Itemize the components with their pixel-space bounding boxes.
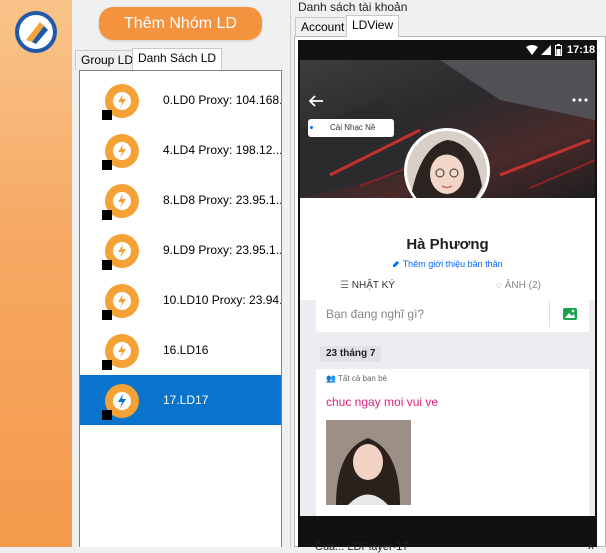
list-item[interactable]: 10.LD10 Proxy: 23.94.... <box>80 275 281 325</box>
photo-upload-icon[interactable] <box>562 306 578 322</box>
ld-player-icon <box>102 84 139 120</box>
music-chip-label: Cài Nhạc Nề <box>330 123 376 132</box>
ld-label: 17.LD17 <box>163 393 209 407</box>
list-item[interactable]: 9.LD9 Proxy: 23.95.1... <box>80 225 281 275</box>
post-photo[interactable] <box>326 420 411 505</box>
phone-screen: Cài Nhạc Nề Hà Phương Thêm giới thiệu bả… <box>300 60 595 516</box>
ld-label: 9.LD9 Proxy: 23.95.1... <box>163 243 281 257</box>
ld-label: 10.LD10 Proxy: 23.94.... <box>163 293 281 307</box>
ld-player-icon <box>102 284 139 320</box>
profile-card: Hà Phương Thêm giới thiệu bản thân ☰ NHẬ… <box>300 198 595 300</box>
battery-icon <box>555 44 562 56</box>
add-group-button[interactable]: Thêm Nhóm LD <box>99 7 262 40</box>
profile-name: Hà Phương <box>406 236 489 253</box>
ld-label: 4.LD4 Proxy: 198.12.... <box>163 143 281 157</box>
ld-label: 0.LD0 Proxy: 104.168... <box>163 93 281 107</box>
add-intro-link[interactable]: Thêm giới thiệu bản thân <box>300 259 595 269</box>
list-item[interactable]: 16.LD16 <box>80 325 281 375</box>
photo-icon: ◌ <box>496 280 505 291</box>
add-intro-label: Thêm giới thiệu bản thân <box>402 259 503 269</box>
ld-player-icon <box>102 334 139 370</box>
tab-diary-label: NHẬT KÝ <box>351 280 395 291</box>
tab-diary[interactable]: ☰ NHẬT KÝ <box>340 280 395 291</box>
ldview-bottom-label: Cua... LDPlayer-17 <box>315 541 409 553</box>
feed-post[interactable]: 👥 Tất cả bạn bè chuc ngay moi vui ve <box>316 369 589 516</box>
list-item[interactable]: 8.LD8 Proxy: 23.95.1... <box>80 175 281 225</box>
more-options-icon[interactable] <box>572 97 588 103</box>
ld-label: 8.LD8 Proxy: 23.95.1... <box>163 193 281 207</box>
post-composer[interactable]: Bạn đang nghĩ gì? <box>316 296 589 332</box>
ld-player-icon <box>102 134 139 170</box>
left-sidebar-strip <box>0 0 72 547</box>
post-privacy: 👥 Tất cả bạn bè <box>326 374 387 383</box>
ldview-close-button[interactable]: x <box>588 538 594 552</box>
ld-player-icon <box>102 384 139 420</box>
signal-icon <box>541 45 551 55</box>
tab-account[interactable]: Account <box>295 17 351 37</box>
wifi-icon <box>526 45 538 55</box>
music-chip[interactable]: Cài Nhạc Nề <box>308 119 394 137</box>
date-label: 23 tháng 7 <box>320 346 382 362</box>
ldview-phone[interactable]: 17:18 Cài Nhạc Nề Hà Phương Thêm giới th… <box>298 40 597 547</box>
app-logo-icon <box>15 11 57 53</box>
account-group-title: Danh sách tài khoản <box>298 0 408 14</box>
ld-label: 16.LD16 <box>163 343 209 357</box>
ld-list[interactable]: 0.LD0 Proxy: 104.168... 4.LD4 Proxy: 198… <box>79 70 282 547</box>
composer-placeholder: Bạn đang nghĩ gì? <box>326 307 425 321</box>
list-item[interactable]: 4.LD4 Proxy: 198.12.... <box>80 125 281 175</box>
list-item[interactable]: 0.LD0 Proxy: 104.168... <box>80 75 281 125</box>
ld-player-icon <box>102 184 139 220</box>
music-icon <box>310 126 313 129</box>
back-arrow-icon[interactable] <box>308 94 324 108</box>
tab-ld-list[interactable]: Danh Sách LD <box>132 48 223 70</box>
phone-status-bar: 17:18 <box>298 40 597 60</box>
tab-group-ld[interactable]: Group LD <box>75 50 140 70</box>
pencil-icon <box>393 261 400 267</box>
list-item-selected[interactable]: 17.LD17 <box>80 375 281 425</box>
tab-photos[interactable]: ◌ ẢNH (2) <box>496 280 541 291</box>
post-privacy-label: Tất cả bạn bè <box>338 374 387 383</box>
ld-player-icon <box>102 234 139 270</box>
list-icon: ☰ <box>340 280 352 291</box>
post-text: chuc ngay moi vui ve <box>326 395 439 409</box>
status-time: 17:18 <box>567 44 596 56</box>
friends-icon: 👥 <box>326 374 339 383</box>
tab-photos-label: ẢNH (2) <box>504 280 541 291</box>
tab-ldview[interactable]: LDView <box>346 15 400 37</box>
composer-divider <box>549 301 550 327</box>
